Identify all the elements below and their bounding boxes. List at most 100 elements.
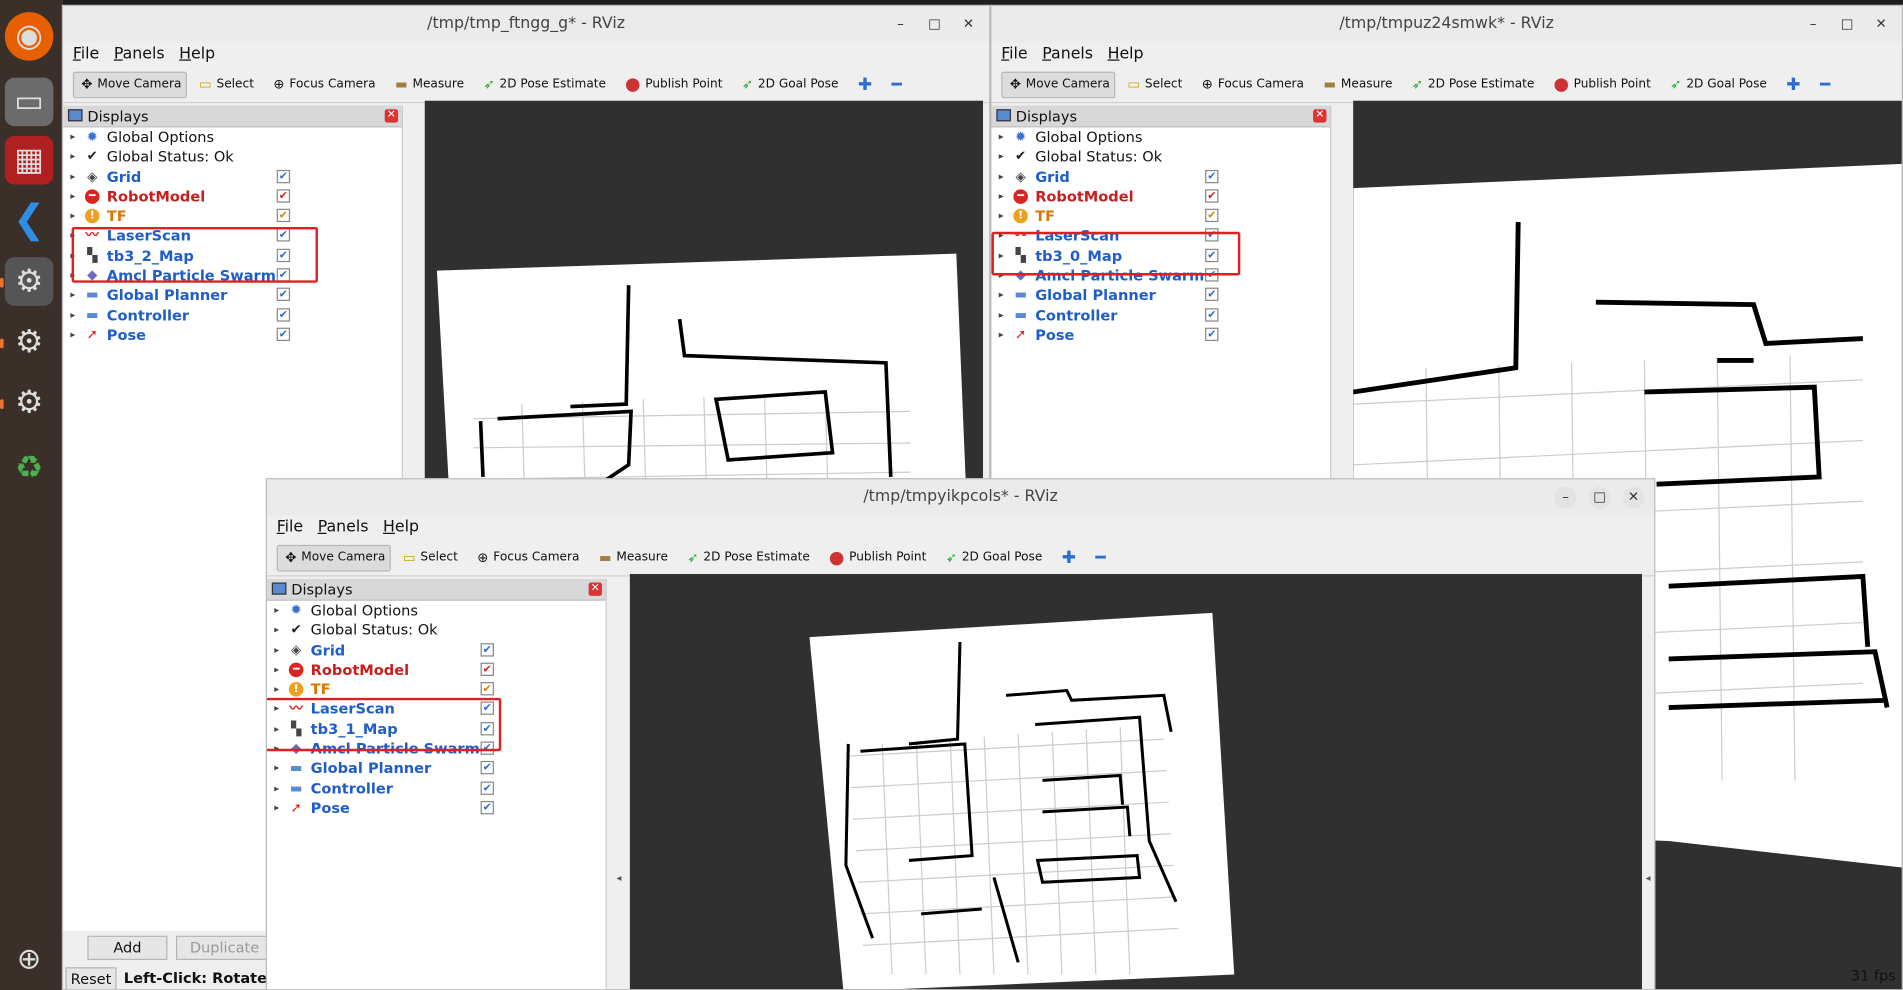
- display-controller[interactable]: ▸ ▬ Controller ✔: [992, 305, 1331, 325]
- move-camera-tool[interactable]: ✥ Move Camera: [276, 544, 391, 571]
- add-tool-button[interactable]: ✚: [1779, 71, 1808, 98]
- display-global-planner[interactable]: ▸ ▬ Global Planner ✔: [63, 286, 402, 306]
- display-global-planner[interactable]: ▸ ▬ Global Planner ✔: [267, 759, 606, 779]
- close-panel-icon[interactable]: ✕: [1313, 109, 1327, 123]
- enable-checkbox[interactable]: ✔: [1205, 307, 1219, 322]
- minimize-button[interactable]: –: [1554, 486, 1577, 509]
- measure-tool[interactable]: ▬ Measure: [592, 544, 676, 571]
- menu-file[interactable]: File: [1001, 42, 1027, 66]
- app-icon[interactable]: ▦: [4, 135, 54, 185]
- pose-estimate-tool[interactable]: ➶ 2D Pose Estimate: [680, 544, 817, 571]
- 3d-view[interactable]: [424, 100, 984, 485]
- display-global-status[interactable]: ▸ ✔ Global Status: Ok: [267, 621, 606, 641]
- enable-checkbox[interactable]: ✔: [1205, 189, 1219, 203]
- goal-pose-tool[interactable]: ➶ 2D Goal Pose: [938, 544, 1049, 571]
- menu-panels[interactable]: Panels: [318, 516, 369, 540]
- display-tf[interactable]: ▸! TF ✔: [992, 207, 1331, 227]
- minimize-button[interactable]: –: [890, 13, 912, 35]
- enable-checkbox[interactable]: ✔: [480, 642, 494, 657]
- files-icon[interactable]: ▭: [4, 77, 54, 127]
- enable-checkbox[interactable]: ✔: [1205, 288, 1219, 302]
- menu-help[interactable]: Help: [179, 42, 215, 66]
- close-panel-icon[interactable]: ✕: [588, 582, 602, 596]
- minimize-button[interactable]: –: [1802, 13, 1824, 35]
- select-tool[interactable]: ▭ Select: [192, 71, 261, 98]
- measure-tool[interactable]: ▬ Measure: [1316, 71, 1400, 98]
- duplicate-button[interactable]: Duplicate: [175, 935, 274, 960]
- vscode-icon[interactable]: ❮: [5, 194, 54, 243]
- focus-camera-tool[interactable]: ⊕ Focus Camera: [470, 544, 587, 571]
- goal-pose-tool[interactable]: ➶ 2D Goal Pose: [1663, 71, 1774, 98]
- display-grid[interactable]: ▸ ◈ Grid ✔: [267, 640, 606, 660]
- select-tool[interactable]: ▭ Select: [396, 544, 465, 571]
- publish-point-tool[interactable]: ⬤ Publish Point: [822, 544, 934, 571]
- reset-button[interactable]: Reset: [65, 967, 117, 990]
- enable-checkbox[interactable]: ✔: [1205, 208, 1219, 223]
- display-grid[interactable]: ▸ ◈ Grid ✔: [992, 167, 1331, 187]
- enable-checkbox[interactable]: ✔: [276, 327, 291, 341]
- display-global-planner[interactable]: ▸ ▬ Global Planner ✔: [992, 286, 1331, 306]
- firefox-icon[interactable]: ◉: [4, 12, 54, 61]
- menu-help[interactable]: Help: [383, 516, 419, 540]
- focus-camera-tool[interactable]: ⊕ Focus Camera: [1195, 71, 1312, 98]
- rviz-gear-icon[interactable]: ⚙: [5, 318, 54, 367]
- collapse-left-icon[interactable]: ◂: [617, 873, 622, 884]
- display-global-status[interactable]: ▸ ✔ Global Status: Ok: [992, 147, 1331, 167]
- publish-point-tool[interactable]: ⬤ Publish Point: [618, 71, 730, 98]
- collapse-right-icon[interactable]: ◂: [1646, 873, 1651, 884]
- add-button[interactable]: Add: [87, 935, 168, 960]
- enable-checkbox[interactable]: ✔: [480, 761, 494, 775]
- close-button[interactable]: ✕: [1870, 13, 1892, 35]
- display-pose[interactable]: ▸ ➚ Pose ✔: [267, 799, 606, 819]
- add-tool-button[interactable]: ✚: [851, 71, 880, 98]
- remove-tool-button[interactable]: ━: [1813, 71, 1838, 98]
- display-global-options[interactable]: ▸ ✹ Global Options: [992, 127, 1331, 147]
- menu-file[interactable]: File: [277, 516, 303, 540]
- display-global-status[interactable]: ▸ ✔ Global Status: Ok: [63, 147, 402, 167]
- display-controller[interactable]: ▸ ▬ Controller ✔: [63, 305, 402, 325]
- maximize-button[interactable]: □: [924, 13, 946, 35]
- display-grid[interactable]: ▸ ◈ Grid ✔: [63, 167, 402, 187]
- enable-checkbox[interactable]: ✔: [480, 662, 494, 676]
- menu-file[interactable]: File: [73, 42, 99, 66]
- display-global-options[interactable]: ▸ ✹ Global Options: [267, 601, 606, 621]
- trash-icon[interactable]: ♻: [5, 444, 54, 493]
- enable-checkbox[interactable]: ✔: [1205, 327, 1219, 341]
- display-pose[interactable]: ▸ ➚ Pose ✔: [63, 325, 402, 345]
- enable-checkbox[interactable]: ✔: [276, 208, 291, 223]
- rviz-gear-icon[interactable]: ⚙: [5, 379, 54, 428]
- display-controller[interactable]: ▸ ▬ Controller ✔: [267, 779, 606, 799]
- display-tf[interactable]: ▸! TF ✔: [63, 207, 402, 227]
- display-robotmodel[interactable]: ▸ ━ RobotModel ✔: [992, 187, 1331, 207]
- measure-tool[interactable]: ▬ Measure: [388, 71, 472, 98]
- pose-estimate-tool[interactable]: ➶ 2D Pose Estimate: [476, 71, 613, 98]
- enable-checkbox[interactable]: ✔: [480, 682, 494, 696]
- rviz-gear-icon[interactable]: ⚙: [4, 257, 54, 306]
- display-robotmodel[interactable]: ▸ ━ RobotModel ✔: [267, 660, 606, 680]
- menu-panels[interactable]: Panels: [114, 42, 165, 66]
- menu-help[interactable]: Help: [1108, 42, 1144, 66]
- enable-checkbox[interactable]: ✔: [276, 169, 291, 183]
- remove-tool-button[interactable]: ━: [1088, 544, 1113, 571]
- close-button[interactable]: ✕: [958, 13, 980, 35]
- menu-panels[interactable]: Panels: [1042, 42, 1093, 66]
- enable-checkbox[interactable]: ✔: [1205, 169, 1219, 183]
- pose-estimate-tool[interactable]: ➶ 2D Pose Estimate: [1405, 71, 1542, 98]
- show-apps-icon[interactable]: ⊕: [5, 934, 54, 983]
- maximize-button[interactable]: □: [1588, 486, 1611, 509]
- close-panel-icon[interactable]: ✕: [384, 109, 399, 123]
- enable-checkbox[interactable]: ✔: [276, 307, 291, 322]
- display-robotmodel[interactable]: ▸ ━ RobotModel ✔: [63, 187, 402, 207]
- publish-point-tool[interactable]: ⬤ Publish Point: [1547, 71, 1659, 98]
- enable-checkbox[interactable]: ✔: [276, 189, 291, 203]
- goal-pose-tool[interactable]: ➶ 2D Goal Pose: [735, 71, 846, 98]
- maximize-button[interactable]: □: [1836, 13, 1858, 35]
- enable-checkbox[interactable]: ✔: [480, 781, 494, 795]
- focus-camera-tool[interactable]: ⊕ Focus Camera: [266, 71, 383, 98]
- add-tool-button[interactable]: ✚: [1054, 544, 1083, 571]
- display-pose[interactable]: ▸ ➚ Pose ✔: [992, 325, 1331, 345]
- remove-tool-button[interactable]: ━: [884, 71, 909, 98]
- 3d-view[interactable]: [629, 574, 1643, 990]
- close-button[interactable]: ✕: [1622, 486, 1645, 509]
- display-global-options[interactable]: ▸ ✹ Global Options: [63, 127, 402, 147]
